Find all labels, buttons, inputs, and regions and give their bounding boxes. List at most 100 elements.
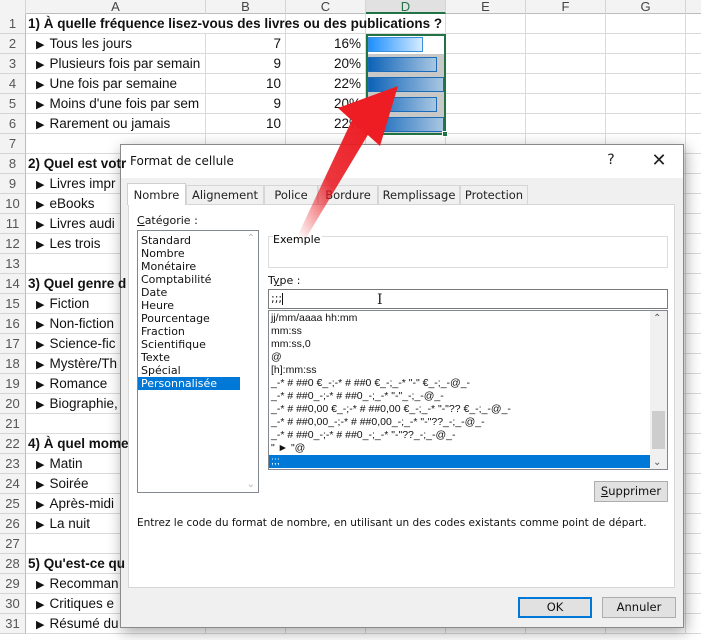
cell[interactable] (446, 94, 526, 114)
cell[interactable] (526, 94, 606, 114)
type-item[interactable]: @ (269, 351, 650, 364)
cancel-button[interactable]: Annuler (602, 597, 676, 618)
row-header[interactable]: 16 (0, 314, 26, 334)
type-list-scrollbar[interactable]: ⌃ ⌄ (650, 311, 667, 469)
column-header-f[interactable]: F (526, 0, 606, 14)
count-cell[interactable]: 7 (206, 34, 286, 54)
row-header[interactable]: 30 (0, 594, 26, 614)
tab-alignement[interactable]: Alignement (186, 185, 264, 205)
percent-cell[interactable]: 22% (286, 74, 366, 94)
cell[interactable] (526, 114, 606, 134)
row-header[interactable]: 3 (0, 54, 26, 74)
data-bar-cell[interactable] (366, 114, 446, 134)
column-header-b[interactable]: B (206, 0, 286, 14)
row-header[interactable]: 8 (0, 154, 26, 174)
tab-remplissage[interactable]: Remplissage (378, 185, 460, 205)
column-header-e[interactable]: E (446, 0, 526, 14)
category-item[interactable]: Scientifique (138, 338, 240, 351)
count-cell[interactable]: 10 (206, 74, 286, 94)
column-header-a[interactable]: A (26, 0, 206, 14)
cell[interactable] (446, 114, 526, 134)
question-cell[interactable]: 2) Quel est votr (26, 154, 126, 174)
row-header[interactable]: 11 (0, 214, 26, 234)
question-cell[interactable]: 1) À quelle fréquence lisez-vous des liv… (26, 14, 442, 34)
type-item[interactable]: " ► "@ (269, 442, 650, 455)
row-header[interactable]: 31 (0, 614, 26, 634)
row-header[interactable]: 9 (0, 174, 26, 194)
data-bar-cell[interactable] (366, 54, 446, 74)
question-cell[interactable]: 3) Quel genre d (26, 274, 126, 294)
category-item[interactable]: Texte (138, 351, 240, 364)
type-item[interactable]: _-* # ##0_-;-* # ##0_-;_-* "-"??_-;_-@_- (269, 429, 650, 442)
column-header-g[interactable]: G (606, 0, 686, 14)
type-item[interactable]: ;;; (269, 455, 650, 468)
row-header[interactable]: 1 (0, 14, 26, 34)
data-bar-cell[interactable] (366, 74, 446, 94)
category-item[interactable]: Date (138, 286, 240, 299)
percent-cell[interactable]: 20% (286, 54, 366, 74)
tab-nombre[interactable]: Nombre (127, 183, 186, 205)
cell[interactable]: ▶ Moins d'une fois par sem (26, 94, 206, 114)
category-listbox[interactable]: Standard Nombre Monétaire Comptabilité Date H… (137, 230, 259, 493)
ok-button[interactable]: OK (518, 597, 592, 618)
type-item[interactable]: _-* # ##0,00_-;-* # ##0,00_-;_-* "-"??_-… (269, 416, 650, 429)
row-header[interactable]: 5 (0, 94, 26, 114)
tab-police[interactable]: Police (264, 185, 318, 205)
category-item[interactable]: Personnalisée (138, 377, 240, 390)
type-input[interactable]: ;;; I (268, 289, 668, 309)
close-icon[interactable]: ✕ (649, 150, 669, 171)
cell[interactable] (446, 14, 526, 34)
cell[interactable] (526, 14, 606, 34)
column-header-c[interactable]: C (286, 0, 366, 14)
category-item[interactable]: Nombre (138, 247, 240, 260)
tab-bordure[interactable]: Bordure (318, 185, 378, 205)
row-header[interactable]: 7 (0, 134, 26, 154)
row-header[interactable]: 2 (0, 34, 26, 54)
data-bar-cell[interactable] (366, 94, 446, 114)
row-header[interactable]: 26 (0, 514, 26, 534)
cell[interactable] (606, 34, 686, 54)
cell[interactable] (446, 74, 526, 94)
type-item[interactable]: mm:ss (269, 325, 650, 338)
row-header[interactable]: 19 (0, 374, 26, 394)
cell[interactable] (606, 74, 686, 94)
row-header[interactable]: 23 (0, 454, 26, 474)
row-header[interactable]: 28 (0, 554, 26, 574)
help-icon[interactable]: ? (603, 152, 619, 168)
question-cell[interactable]: 5) Qu'est-ce qu (26, 554, 125, 574)
data-bar-cell[interactable] (366, 34, 446, 54)
type-item[interactable]: _-* # ##0_-;-* # ##0_-;_-* "-"_-;_-@_- (269, 390, 650, 403)
cell[interactable]: ▶ Rarement ou jamais (26, 114, 206, 134)
percent-cell[interactable]: 20% (286, 94, 366, 114)
scroll-up-icon[interactable]: ⌃ (247, 233, 255, 244)
tab-protection[interactable]: Protection (460, 185, 528, 205)
row-header[interactable]: 24 (0, 474, 26, 494)
dialog-titlebar[interactable]: Format de cellule ? ✕ (121, 145, 683, 178)
count-cell[interactable]: 9 (206, 54, 286, 74)
row-header[interactable]: 18 (0, 354, 26, 374)
cell[interactable] (526, 74, 606, 94)
cell[interactable] (606, 54, 686, 74)
column-header-d[interactable]: D (366, 0, 446, 14)
cell[interactable] (446, 34, 526, 54)
scroll-down-icon[interactable]: ⌄ (247, 479, 255, 490)
type-item[interactable]: _-* # ##0,00 €_-;-* # ##0,00 €_-;_-* "-"… (269, 403, 650, 416)
cell[interactable]: ▶ Tous les jours (26, 34, 206, 54)
cell[interactable] (606, 114, 686, 134)
question-cell[interactable]: 4) À quel mome (26, 434, 129, 454)
row-header[interactable]: 20 (0, 394, 26, 414)
row-header[interactable]: 27 (0, 534, 26, 554)
row-header[interactable]: 4 (0, 74, 26, 94)
row-header[interactable]: 17 (0, 334, 26, 354)
row-header[interactable]: 22 (0, 434, 26, 454)
category-item[interactable]: Heure (138, 299, 240, 312)
type-item[interactable]: [h]:mm:ss (269, 364, 650, 377)
category-item[interactable]: Spécial (138, 364, 240, 377)
category-scrollbar[interactable]: ⌃ ⌄ (241, 231, 258, 492)
count-cell[interactable]: 10 (206, 114, 286, 134)
cell[interactable]: ▶ Une fois par semaine (26, 74, 206, 94)
row-header[interactable]: 6 (0, 114, 26, 134)
cell[interactable] (526, 54, 606, 74)
delete-button[interactable]: Supprimer (594, 481, 668, 502)
row-header[interactable]: 14 (0, 274, 26, 294)
